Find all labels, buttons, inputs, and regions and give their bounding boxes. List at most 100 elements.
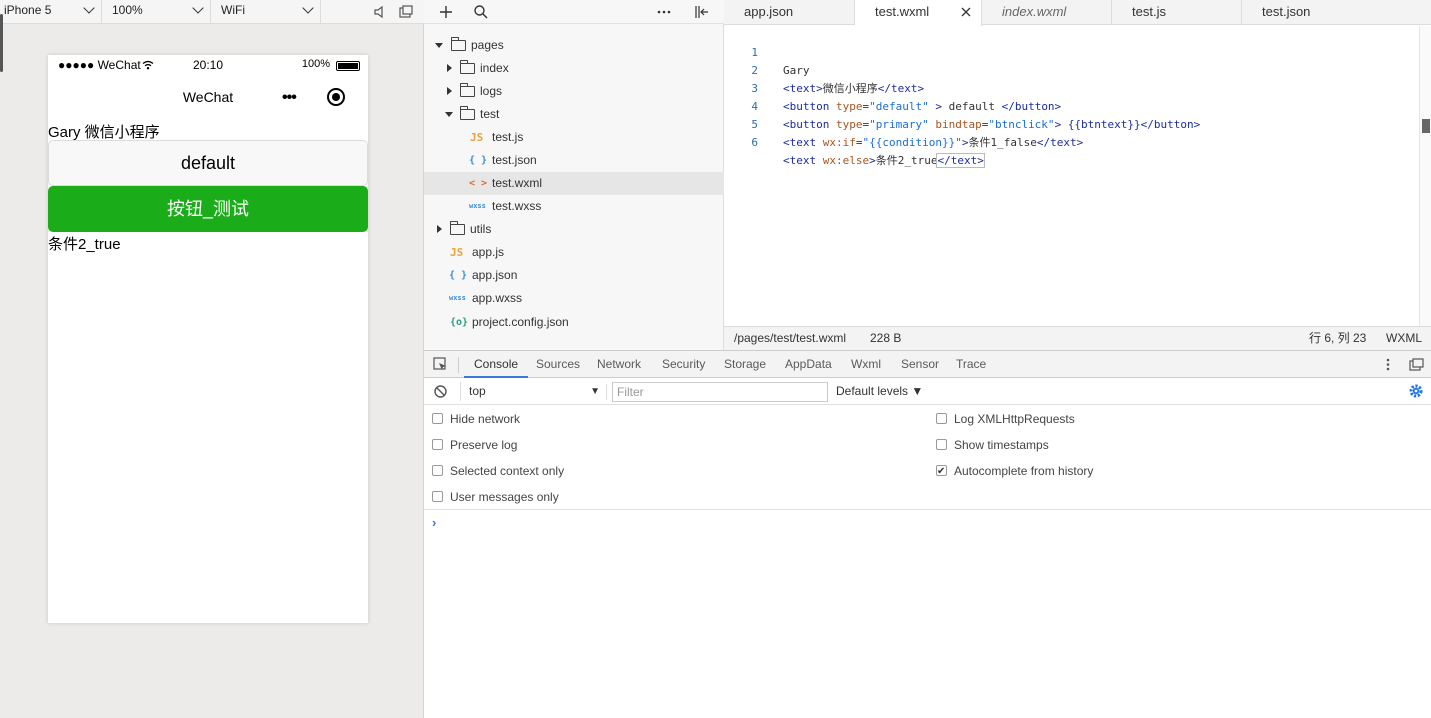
mute-icon[interactable] <box>372 4 388 20</box>
tree-item-test[interactable]: test <box>424 103 724 126</box>
file-explorer: pages index logs test JS test.js { } tes… <box>424 0 724 350</box>
device-select[interactable]: iPhone 5 <box>0 0 102 24</box>
tree-item-test-js[interactable]: JS test.js <box>424 126 724 149</box>
tab-test-wxml[interactable]: test.wxml <box>855 0 982 26</box>
tab-storage[interactable]: Storage <box>724 351 766 378</box>
tab-test-js[interactable]: test.js <box>1112 0 1242 25</box>
wxml-file-icon: < > <box>469 178 488 189</box>
expand-arrow-icon <box>435 43 443 48</box>
tree-item-logs[interactable]: logs <box>424 80 724 103</box>
tree-item-index[interactable]: index <box>424 57 724 80</box>
inspect-element-icon[interactable] <box>433 357 448 372</box>
tree-item-app-json[interactable]: { } app.json <box>424 264 724 287</box>
clear-console-icon[interactable] <box>433 384 448 399</box>
tree-item-utils[interactable]: utils <box>424 218 724 241</box>
close-icon[interactable] <box>959 5 973 19</box>
file-path: /pages/test/test.wxml <box>734 331 847 345</box>
console-filter-input[interactable]: Filter <box>612 382 828 402</box>
simulator-toolbar: iPhone 5 100% WiFi <box>0 0 424 24</box>
file-size: 228 B <box>870 331 902 345</box>
chevron-down-icon <box>192 2 204 14</box>
code-editor: app.json test.wxml index.wxml test.js te… <box>724 0 1431 350</box>
log-levels-select[interactable]: Default levels ▼ <box>836 384 923 398</box>
tree-item-label: index <box>480 61 509 75</box>
checkbox[interactable] <box>432 465 443 476</box>
editor-scrollbar[interactable] <box>1419 26 1431 326</box>
checkbox-checked[interactable] <box>936 463 947 481</box>
code-string: "btnclick" <box>988 118 1055 131</box>
zoom-select-label: 100% <box>112 3 143 17</box>
option-label: Autocomplete from history <box>954 464 1094 478</box>
tab-console[interactable]: Console <box>463 351 529 378</box>
more-menu-icon[interactable]: ••• <box>282 89 297 107</box>
tab-trace[interactable]: Trace <box>956 351 986 378</box>
json-file-icon: { } <box>449 270 468 281</box>
tree-item-label: pages <box>471 38 504 52</box>
code-line: 5 <text wx:if="{{condition}}">条件1_false<… <box>724 98 1083 149</box>
dock-side-icon[interactable] <box>1409 357 1424 372</box>
default-button[interactable]: default <box>48 140 368 186</box>
tree-item-app-wxss[interactable]: wxss app.wxss <box>424 287 724 310</box>
option-label: Hide network <box>450 412 521 426</box>
tab-app-json[interactable]: app.json <box>724 0 855 25</box>
code-line: 4 <button type="primary" bindtap="btncli… <box>724 80 1200 131</box>
tab-network[interactable]: Network <box>597 351 641 378</box>
tree-item-label: test.json <box>492 153 537 167</box>
tree-item-test-wxml[interactable]: < > test.wxml <box>424 172 724 195</box>
checkbox[interactable] <box>936 413 947 424</box>
config-file-icon: {o} <box>450 317 469 328</box>
tab-appdata[interactable]: AppData <box>785 351 832 378</box>
tab-index-wxml[interactable]: index.wxml <box>982 0 1112 25</box>
option-label: User messages only <box>450 490 559 504</box>
context-select[interactable]: top ▼ <box>460 382 600 401</box>
tab-test-json[interactable]: test.json <box>1242 0 1431 25</box>
checkbox[interactable] <box>432 439 443 450</box>
console-prompt[interactable]: › <box>432 515 436 530</box>
window-edge-marker <box>0 14 3 72</box>
tree-item-project-config[interactable]: {o} project.config.json <box>424 311 724 334</box>
close-miniprogram-icon[interactable] <box>327 88 345 106</box>
code-text: 微信小程序 <box>822 82 878 95</box>
tree-item-test-json[interactable]: { } test.json <box>424 149 724 172</box>
tab-security[interactable]: Security <box>662 351 705 378</box>
code-tag: <text <box>783 136 823 149</box>
more-icon[interactable] <box>656 4 672 20</box>
code-attr: type <box>835 118 863 131</box>
folder-icon <box>459 83 475 97</box>
detach-window-icon[interactable] <box>398 4 414 20</box>
folder-open-icon <box>450 37 466 51</box>
checkbox[interactable] <box>936 439 947 450</box>
zoom-select[interactable]: 100% <box>102 0 211 24</box>
tab-label: test.js <box>1132 4 1166 19</box>
checkbox[interactable] <box>432 491 443 502</box>
search-icon[interactable] <box>473 4 489 20</box>
tree-item-app-js[interactable]: JS app.js <box>424 241 724 264</box>
scrollbar-thumb[interactable] <box>1422 119 1430 133</box>
primary-button[interactable]: 按钮_测试 <box>48 186 368 232</box>
battery-percent: 100% <box>301 58 330 70</box>
tab-sensor[interactable]: Sensor <box>901 351 939 378</box>
tab-sources[interactable]: Sources <box>536 351 580 378</box>
tab-wxml[interactable]: Wxml <box>851 351 881 378</box>
code-area[interactable]: 1 Gary 2 <text>微信小程序</text> 3 <button ty… <box>724 26 1418 326</box>
collapse-arrow-icon <box>437 225 442 233</box>
code-text: default <box>948 100 1002 113</box>
tree-item-test-wxss[interactable]: wxss test.wxss <box>424 195 724 218</box>
gear-icon[interactable] <box>1408 383 1424 399</box>
option-label: Show timestamps <box>954 438 1049 452</box>
option-label: Preserve log <box>450 438 518 452</box>
more-vertical-icon[interactable] <box>1381 357 1395 372</box>
network-select[interactable]: WiFi <box>211 0 321 24</box>
add-file-icon[interactable] <box>438 4 454 20</box>
device-select-label: iPhone 5 <box>4 3 52 17</box>
checkbox[interactable] <box>432 413 443 424</box>
code-tag: > <box>1054 118 1068 131</box>
code-text: 条件1_false <box>968 136 1037 149</box>
code-tag: </button> <box>1001 100 1062 113</box>
language-mode[interactable]: WXML <box>1386 327 1422 349</box>
cursor-position: 行 6, 列 23 <box>1309 331 1367 345</box>
folder-open-icon <box>459 106 475 120</box>
collapse-panel-icon[interactable] <box>694 4 710 20</box>
tree-item-pages[interactable]: pages <box>424 34 724 57</box>
tree-item-label: app.wxss <box>472 291 523 305</box>
